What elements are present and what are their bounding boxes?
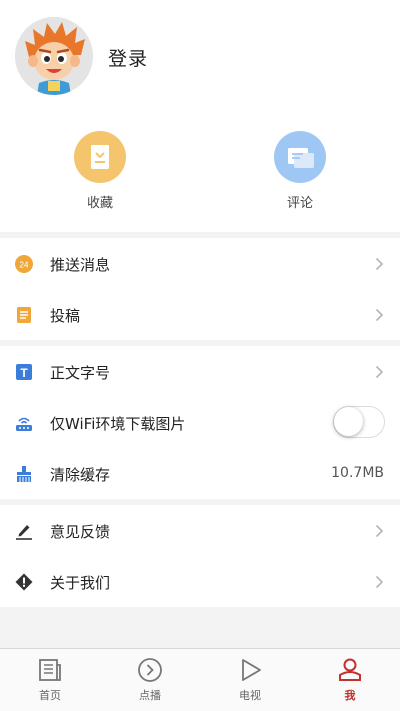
avatar[interactable] (15, 17, 93, 95)
settings-group-display: T 正文字号 仅WiFi环境下载图片 清除缓存 10.7MB (0, 346, 400, 499)
info-diamond-icon (15, 573, 33, 591)
comment-icon (274, 131, 326, 183)
favorites-label: 收藏 (86, 196, 113, 211)
push-messages-row[interactable]: 24 推送消息 (0, 238, 400, 289)
cache-size-value: 10.7MB (331, 465, 384, 481)
wifi-images-label: 仅WiFi环境下载图片 (50, 415, 186, 433)
font-size-icon: T (15, 363, 33, 381)
notebook-icon (15, 306, 33, 324)
wifi-images-toggle[interactable] (333, 406, 385, 438)
svg-text:T: T (20, 366, 28, 380)
tab-on-demand-label: 点播 (139, 689, 161, 702)
favorites-button[interactable]: 收藏 (50, 131, 150, 211)
chevron-right-icon (375, 308, 384, 322)
submit-article-row[interactable]: 投稿 (0, 289, 400, 340)
comments-button[interactable]: 评论 (250, 131, 350, 211)
font-size-label: 正文字号 (50, 364, 111, 382)
font-size-row[interactable]: T 正文字号 (0, 346, 400, 397)
svg-text:24: 24 (20, 261, 29, 270)
pen-icon (15, 522, 33, 540)
tab-tv-label: 电视 (239, 689, 261, 702)
wifi-images-row: 仅WiFi环境下载图片 (0, 397, 400, 448)
cartoon-mascot-icon (15, 17, 93, 95)
toggle-knob (334, 407, 363, 436)
tab-home-label: 首页 (39, 689, 61, 702)
about-us-row[interactable]: 关于我们 (0, 556, 400, 607)
wifi-router-icon (15, 414, 33, 432)
feedback-label: 意见反馈 (50, 523, 111, 541)
clear-cache-row[interactable]: 清除缓存 10.7MB (0, 448, 400, 499)
tab-me-label: 我 (344, 689, 356, 702)
settings-group-content: 24 推送消息 投稿 (0, 238, 400, 340)
clear-cache-label: 清除缓存 (50, 466, 111, 484)
login-link[interactable]: 登录 (108, 44, 148, 71)
tab-on-demand[interactable]: 点播 (100, 649, 200, 711)
tab-tv[interactable]: 电视 (200, 649, 300, 711)
feedback-row[interactable]: 意见反馈 (0, 505, 400, 556)
push-messages-label: 推送消息 (50, 256, 111, 274)
push-badge-icon: 24 (15, 255, 33, 273)
about-us-label: 关于我们 (50, 574, 111, 592)
bookmark-icon (74, 131, 126, 183)
chevron-right-icon (375, 575, 384, 589)
play-triangle-icon (242, 659, 261, 681)
tab-me[interactable]: 我 (300, 649, 400, 711)
person-icon (339, 658, 361, 681)
chevron-right-icon (375, 365, 384, 379)
newspaper-icon (39, 659, 61, 681)
broom-icon (15, 465, 33, 483)
bottom-tab-bar: 首页 点播 电视 我 (0, 648, 400, 711)
profile-section: 登录 收藏 评论 (0, 0, 400, 232)
play-circle-icon (138, 658, 162, 682)
chevron-right-icon (375, 257, 384, 271)
settings-group-about: 意见反馈 关于我们 (0, 505, 400, 607)
submit-article-label: 投稿 (50, 307, 81, 325)
tab-home[interactable]: 首页 (0, 649, 100, 711)
chevron-right-icon (375, 524, 384, 538)
comments-label: 评论 (286, 196, 313, 211)
